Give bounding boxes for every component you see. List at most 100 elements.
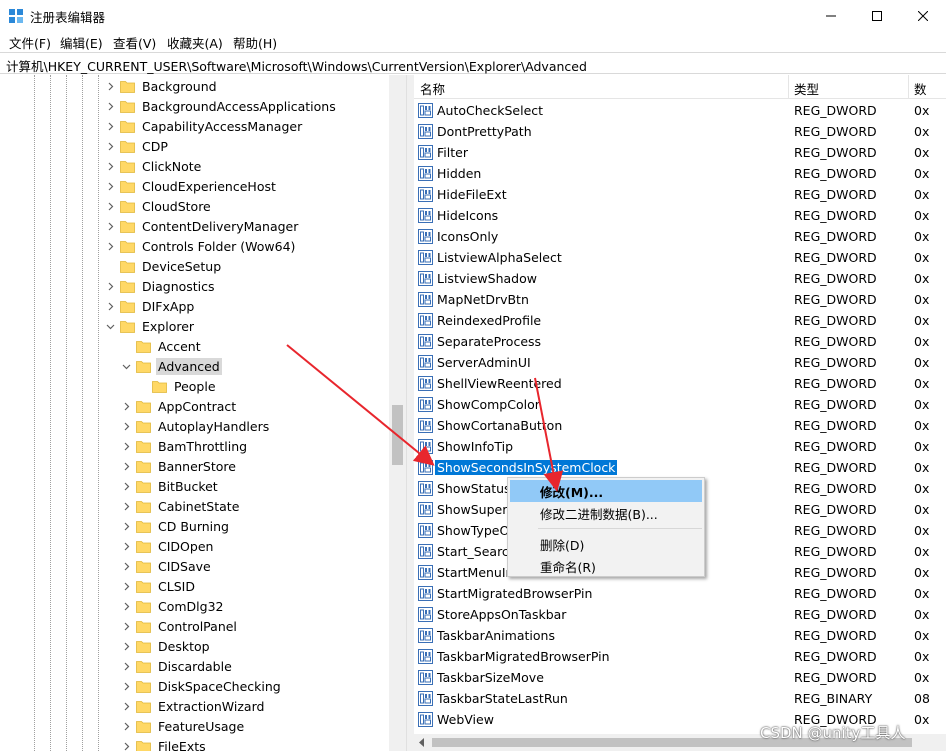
value-row[interactable]: Hidden REG_DWORD 0x	[414, 163, 946, 184]
chevron-right-icon[interactable]	[102, 216, 118, 236]
value-row[interactable]: AutoCheckSelect REG_DWORD 0x	[414, 100, 946, 121]
value-row[interactable]: ShowCortanaButton REG_DWORD 0x	[414, 415, 946, 436]
tree-item[interactable]: FeatureUsage	[118, 716, 246, 736]
scroll-left-icon[interactable]	[418, 738, 426, 747]
tree-item[interactable]: CD Burning	[118, 516, 231, 536]
chevron-right-icon[interactable]	[102, 236, 118, 256]
chevron-right-icon[interactable]	[118, 656, 134, 676]
tree-item[interactable]: CIDSave	[118, 556, 213, 576]
value-row[interactable]: ShowSecondsInSystemClock REG_DWORD 0x	[414, 457, 946, 478]
chevron-right-icon[interactable]	[118, 696, 134, 716]
value-row[interactable]: TaskbarSizeMove REG_DWORD 0x	[414, 667, 946, 688]
menu-help[interactable]: 帮助(H)	[232, 33, 278, 52]
chevron-right-icon[interactable]	[118, 456, 134, 476]
chevron-right-icon[interactable]	[118, 676, 134, 696]
tree-item[interactable]: DiskSpaceChecking	[118, 676, 283, 696]
tree-item[interactable]: CLSID	[118, 576, 197, 596]
chevron-right-icon[interactable]	[102, 276, 118, 296]
modify-binary-menu-item[interactable]: 修改二进制数据(B)...	[510, 502, 702, 524]
tree-item[interactable]: DIFxApp	[102, 296, 196, 316]
column-data-header[interactable]: 数	[914, 79, 927, 98]
value-row[interactable]: ListviewShadow REG_DWORD 0x	[414, 268, 946, 289]
tree-item[interactable]: Diagnostics	[102, 276, 217, 296]
tree-item[interactable]: AutoplayHandlers	[118, 416, 271, 436]
tree-item[interactable]: ComDlg32	[118, 596, 226, 616]
tree-item[interactable]: CabinetState	[118, 496, 241, 516]
tree-item[interactable]: AppContract	[118, 396, 238, 416]
menu-favorites[interactable]: 收藏夹(A)	[166, 33, 224, 52]
chevron-right-icon[interactable]	[118, 436, 134, 456]
address-path[interactable]: 计算机\HKEY_CURRENT_USER\Software\Microsoft…	[6, 56, 587, 75]
value-row[interactable]: ShowInfoTip REG_DWORD 0x	[414, 436, 946, 457]
address-bar[interactable]: 计算机\HKEY_CURRENT_USER\Software\Microsoft…	[0, 52, 946, 74]
chevron-right-icon[interactable]	[118, 516, 134, 536]
tree-item[interactable]: Advanced	[118, 356, 222, 376]
tree-item[interactable]: ContentDeliveryManager	[102, 216, 300, 236]
delete-menu-item[interactable]: 删除(D)	[510, 533, 702, 555]
tree-item[interactable]: Controls Folder (Wow64)	[102, 236, 297, 256]
menu-view[interactable]: 查看(V)	[112, 33, 157, 52]
tree-item[interactable]: DeviceSetup	[102, 256, 223, 276]
tree-item[interactable]: Explorer	[102, 316, 196, 336]
chevron-right-icon[interactable]	[102, 96, 118, 116]
tree-item[interactable]: Desktop	[118, 636, 212, 656]
value-row[interactable]: ShowCompColor REG_DWORD 0x	[414, 394, 946, 415]
value-row[interactable]: ServerAdminUI REG_DWORD 0x	[414, 352, 946, 373]
tree-item[interactable]: ExtractionWizard	[118, 696, 266, 716]
modify-menu-item[interactable]: 修改(M)...	[510, 480, 702, 502]
value-row[interactable]: HideFileExt REG_DWORD 0x	[414, 184, 946, 205]
chevron-right-icon[interactable]	[118, 636, 134, 656]
chevron-right-icon[interactable]	[118, 416, 134, 436]
close-button[interactable]	[900, 0, 946, 31]
value-row[interactable]: TaskbarAnimations REG_DWORD 0x	[414, 625, 946, 646]
tree-item[interactable]: Discardable	[118, 656, 234, 676]
tree-item[interactable]: CIDOpen	[118, 536, 215, 556]
tree-item[interactable]: BamThrottling	[118, 436, 249, 456]
chevron-right-icon[interactable]	[102, 296, 118, 316]
value-row[interactable]: ReindexedProfile REG_DWORD 0x	[414, 310, 946, 331]
pane-splitter[interactable]	[406, 75, 414, 751]
chevron-right-icon[interactable]	[118, 716, 134, 736]
tree-item[interactable]: CloudStore	[102, 196, 213, 216]
minimize-button[interactable]	[808, 0, 854, 31]
tree-item[interactable]: BitBucket	[118, 476, 220, 496]
value-row[interactable]: TaskbarMigratedBrowserPin REG_DWORD 0x	[414, 646, 946, 667]
chevron-right-icon[interactable]	[118, 736, 134, 751]
value-row[interactable]: TaskbarStateLastRun REG_BINARY 08	[414, 688, 946, 709]
menu-edit[interactable]: 编辑(E)	[59, 33, 104, 52]
value-row[interactable]: Filter REG_DWORD 0x	[414, 142, 946, 163]
chevron-right-icon[interactable]	[118, 576, 134, 596]
chevron-right-icon[interactable]	[102, 196, 118, 216]
chevron-right-icon[interactable]	[118, 476, 134, 496]
chevron-right-icon[interactable]	[102, 176, 118, 196]
column-type-header[interactable]: 类型	[794, 79, 819, 98]
value-row[interactable]: DontPrettyPath REG_DWORD 0x	[414, 121, 946, 142]
value-row[interactable]: StartMigratedBrowserPin REG_DWORD 0x	[414, 583, 946, 604]
value-row[interactable]: ShellViewReentered REG_DWORD 0x	[414, 373, 946, 394]
key-tree[interactable]: Background BackgroundAccessApplications Ca…	[0, 75, 406, 751]
chevron-right-icon[interactable]	[102, 76, 118, 96]
value-row[interactable]: SeparateProcess REG_DWORD 0x	[414, 331, 946, 352]
tree-item[interactable]: ClickNote	[102, 156, 203, 176]
chevron-right-icon[interactable]	[118, 616, 134, 636]
value-row[interactable]: HideIcons REG_DWORD 0x	[414, 205, 946, 226]
maximize-button[interactable]	[854, 0, 900, 31]
chevron-down-icon[interactable]	[102, 316, 118, 336]
chevron-right-icon[interactable]	[118, 396, 134, 416]
tree-item[interactable]: Accent	[118, 336, 203, 356]
chevron-right-icon[interactable]	[102, 116, 118, 136]
tree-item[interactable]: People	[134, 376, 218, 396]
chevron-right-icon[interactable]	[118, 496, 134, 516]
chevron-right-icon[interactable]	[118, 536, 134, 556]
chevron-right-icon[interactable]	[118, 556, 134, 576]
chevron-right-icon[interactable]	[102, 156, 118, 176]
tree-item[interactable]: ControlPanel	[118, 616, 239, 636]
tree-item[interactable]: FileExts	[118, 736, 208, 751]
chevron-right-icon[interactable]	[102, 136, 118, 156]
tree-scrollbar[interactable]	[389, 75, 406, 751]
tree-item[interactable]: BackgroundAccessApplications	[102, 96, 338, 116]
rename-menu-item[interactable]: 重命名(R)	[510, 555, 702, 577]
tree-scroll-thumb[interactable]	[392, 405, 403, 465]
value-list[interactable]: 名称 类型 数 AutoCheckSelect REG_DWORD 0x DontPr…	[414, 75, 946, 751]
tree-item[interactable]: CDP	[102, 136, 170, 156]
